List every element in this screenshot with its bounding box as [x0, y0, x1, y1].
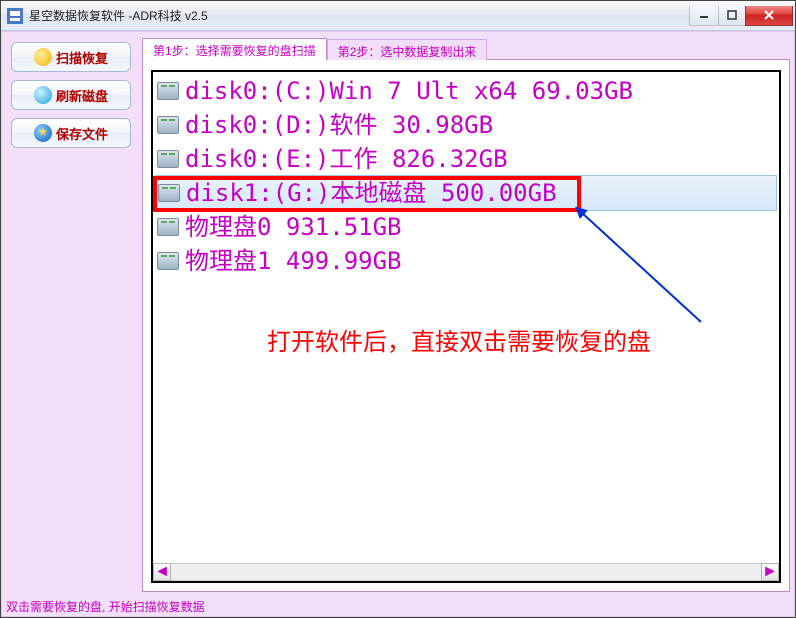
- titlebar: 星空数据恢复软件 -ADR科技 v2.5: [1, 1, 795, 31]
- disk-row[interactable]: disk0:(C:)Win 7 Ult x64 69.03GB: [155, 74, 777, 108]
- disk-icon: [157, 150, 179, 168]
- disk-list-container: disk0:(C:)Win 7 Ult x64 69.03GBdisk0:(D:…: [151, 70, 781, 583]
- scroll-left-button[interactable]: ◄: [153, 563, 171, 581]
- disk-list[interactable]: disk0:(C:)Win 7 Ult x64 69.03GBdisk0:(D:…: [153, 72, 779, 278]
- client-area: 扫描恢复 刷新磁盘 保存文件 第1步：选择需要恢复的盘扫描 第2步：选中数据复制…: [1, 31, 795, 617]
- tab-step1-label: 第1步：选择需要恢复的盘扫描: [153, 44, 316, 58]
- disk-icon: [157, 82, 179, 100]
- disk-row[interactable]: 物理盘0 931.51GB: [155, 210, 777, 244]
- window-controls: [690, 6, 793, 26]
- app-icon: [7, 8, 23, 24]
- minimize-button[interactable]: [689, 6, 719, 26]
- tab-step2[interactable]: 第2步：选中数据复制出来: [327, 39, 488, 60]
- scroll-right-button[interactable]: ►: [761, 563, 779, 581]
- sidebar: 扫描恢复 刷新磁盘 保存文件: [6, 38, 136, 592]
- tab-step1[interactable]: 第1步：选择需要恢复的盘扫描: [142, 38, 327, 60]
- window-title: 星空数据恢复软件 -ADR科技 v2.5: [29, 7, 208, 24]
- disk-text: 物理盘0 931.51GB: [185, 210, 402, 244]
- panel-step1: disk0:(C:)Win 7 Ult x64 69.03GBdisk0:(D:…: [142, 59, 790, 592]
- right-panel: 第1步：选择需要恢复的盘扫描 第2步：选中数据复制出来 disk0:(C:)Wi…: [142, 38, 790, 592]
- scan-icon: [34, 48, 52, 66]
- disk-icon: [157, 116, 179, 134]
- disk-row[interactable]: disk0:(E:)工作 826.32GB: [155, 142, 777, 176]
- disk-row[interactable]: disk1:(G:)本地磁盘 500.00GB: [155, 175, 777, 211]
- disk-row[interactable]: disk0:(D:)软件 30.98GB: [155, 108, 777, 142]
- refresh-disks-button[interactable]: 刷新磁盘: [11, 80, 131, 110]
- disk-text: disk0:(E:)工作 826.32GB: [185, 142, 508, 176]
- save-files-button[interactable]: 保存文件: [11, 118, 131, 148]
- scroll-track[interactable]: [171, 563, 761, 581]
- disk-text: 物理盘1 499.99GB: [185, 244, 402, 278]
- disk-text: disk1:(G:)本地磁盘 500.00GB: [186, 176, 557, 210]
- disk-icon: [158, 184, 180, 202]
- scan-recover-button[interactable]: 扫描恢复: [11, 42, 131, 72]
- status-bar: 双击需要恢复的盘, 开始扫描恢复数据: [2, 596, 794, 616]
- disk-row[interactable]: 物理盘1 499.99GB: [155, 244, 777, 278]
- upper-area: 扫描恢复 刷新磁盘 保存文件 第1步：选择需要恢复的盘扫描 第2步：选中数据复制…: [2, 32, 794, 596]
- save-label: 保存文件: [56, 124, 108, 143]
- disk-text: disk0:(C:)Win 7 Ult x64 69.03GB: [185, 74, 633, 108]
- disk-icon: [157, 218, 179, 236]
- refresh-icon: [34, 86, 52, 104]
- close-button[interactable]: [745, 6, 793, 26]
- save-icon: [34, 124, 52, 142]
- horizontal-scrollbar[interactable]: ◄ ►: [153, 563, 779, 581]
- maximize-button[interactable]: [718, 6, 746, 26]
- refresh-label: 刷新磁盘: [56, 86, 108, 105]
- status-text: 双击需要恢复的盘, 开始扫描恢复数据: [6, 600, 205, 614]
- annotation-text: 打开软件后，直接双击需要恢复的盘: [267, 322, 651, 357]
- tab-step2-label: 第2步：选中数据复制出来: [338, 45, 477, 59]
- disk-text: disk0:(D:)软件 30.98GB: [185, 108, 493, 142]
- disk-icon: [157, 252, 179, 270]
- scan-label: 扫描恢复: [56, 48, 108, 67]
- tabs: 第1步：选择需要恢复的盘扫描 第2步：选中数据复制出来: [142, 38, 790, 60]
